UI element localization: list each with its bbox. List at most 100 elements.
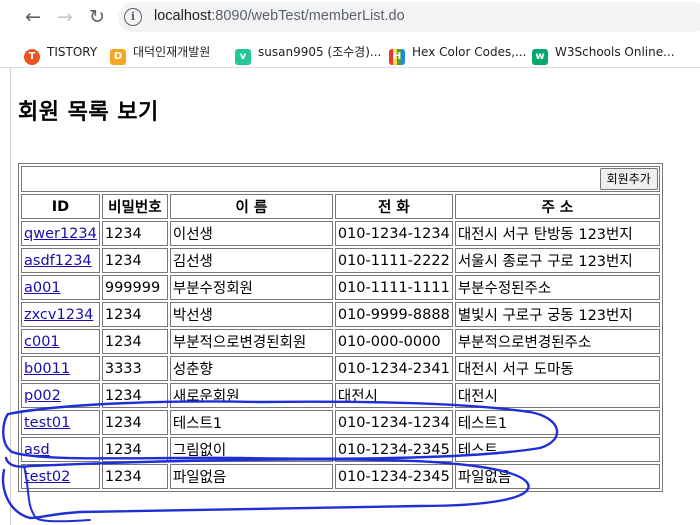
table-cell: 서울시 종로구 구로 123번지 (454, 248, 660, 273)
member-phone: 010-1234-2345 (337, 441, 450, 458)
table-cell: b0011 (21, 356, 100, 381)
member-password: 1234 (104, 414, 142, 431)
table-row: p002 1234 새로운회원 대전시 대전시 (21, 383, 660, 408)
table-cell: 부분수정된주소 (454, 275, 660, 300)
reload-icon[interactable]: ↻ (86, 6, 108, 28)
table-cell: 1234 (101, 329, 168, 354)
member-address: 부분수정된주소 (457, 281, 552, 297)
table-cell: 파일없음 (169, 464, 333, 489)
member-id-link[interactable]: asdf1234 (24, 253, 92, 269)
column-header-phone: 전 화 (334, 194, 453, 219)
bookmark-tistory[interactable]: T TISTORY (24, 43, 97, 65)
add-member-button[interactable]: 회원추가 (599, 168, 658, 190)
member-address: 부분적으로변경된주소 (457, 335, 592, 351)
member-phone: 010-1111-1111 (337, 279, 450, 296)
member-id-link[interactable]: qwer1234 (24, 226, 97, 242)
member-phone: 010-1111-2222 (337, 252, 450, 269)
w3schools-icon: w (532, 49, 548, 65)
table-cell: 1234 (101, 302, 168, 327)
table-cell: 대전시 서구 도마동 (454, 356, 660, 381)
member-phone: 010-9999-8888 (337, 306, 450, 323)
table-cell: a001 (21, 275, 100, 300)
member-name: 새로운회원 (172, 389, 240, 405)
member-id-link[interactable]: test02 (24, 469, 70, 485)
table-cell: 부분적으로변경된회원 (169, 329, 333, 354)
member-id-link[interactable]: c001 (24, 334, 60, 350)
table-cell: asdf1234 (21, 248, 100, 273)
table-row: test01 1234 테스트1 010-1234-1234 테스트1 (21, 410, 660, 435)
member-name: 파일없음 (172, 470, 227, 486)
table-cell: 김선생 (169, 248, 333, 273)
bookmark-w3schools[interactable]: w W3Schools Online... (532, 43, 675, 65)
member-id-link[interactable]: p002 (24, 388, 61, 404)
member-id-link[interactable]: asd (24, 442, 50, 458)
member-address: 테스트1 (457, 416, 508, 432)
table-cell: p002 (21, 383, 100, 408)
table-cell: test02 (21, 464, 100, 489)
table-cell: 이선생 (169, 221, 333, 246)
member-password: 999999 (104, 279, 161, 296)
table-cell: 그림없이 (169, 437, 333, 462)
member-address: 별빛시 구로구 궁동 123번지 (457, 308, 633, 324)
table-cell: 999999 (101, 275, 168, 300)
table-cell: qwer1234 (21, 221, 100, 246)
back-icon[interactable]: ← (22, 6, 44, 28)
table-cell: asd (21, 437, 100, 462)
table-cell: 010-9999-8888 (334, 302, 453, 327)
table-cell: 010-1234-2345 (334, 464, 453, 489)
table-cell: 박선생 (169, 302, 333, 327)
table-row: b0011 3333 성춘향 010-1234-2341 대전시 서구 도마동 (21, 356, 660, 381)
table-cell: 010-1111-2222 (334, 248, 453, 273)
forward-icon[interactable]: → (54, 6, 76, 28)
member-name: 테스트1 (172, 416, 223, 432)
member-id-link[interactable]: test01 (24, 415, 70, 431)
site-info-icon[interactable]: i (124, 8, 142, 26)
address-bar[interactable]: i localhost:8090/webTest/memberList.do (118, 2, 700, 32)
table-header-row: ID 비밀번호 이 름 전 화 주 소 (21, 194, 660, 219)
table-cell: 테스트1 (169, 410, 333, 435)
member-phone: 대전시 (337, 389, 378, 405)
table-cell: test01 (21, 410, 100, 435)
member-address: 대전시 서구 탄방동 123번지 (457, 227, 633, 243)
color-book-icon: H (389, 49, 405, 65)
member-phone: 010-000-0000 (337, 333, 441, 350)
member-password: 1234 (104, 387, 142, 404)
url-text[interactable]: localhost:8090/webTest/memberList.do (154, 8, 405, 24)
member-address: 서울시 종로구 구로 123번지 (457, 254, 633, 270)
table-cell: 010-1234-1234 (334, 221, 453, 246)
table-cell: c001 (21, 329, 100, 354)
member-password: 1234 (104, 225, 142, 242)
member-password: 3333 (104, 360, 142, 377)
table-cell: 새로운회원 (169, 383, 333, 408)
member-name: 부분적으로변경된회원 (172, 335, 307, 351)
table-toolbar-row: 회원추가 (21, 166, 660, 192)
table-cell: 1234 (101, 410, 168, 435)
table-row: qwer1234 1234 이선생 010-1234-1234 대전시 서구 탄방동 1… (21, 221, 660, 246)
table-cell: 부분적으로변경된주소 (454, 329, 660, 354)
member-id-link[interactable]: zxcv1234 (24, 307, 93, 323)
member-name: 성춘향 (172, 362, 213, 378)
table-cell: 테스트1 (454, 410, 660, 435)
bookmark-hex-colors[interactable]: H Hex Color Codes,... (389, 43, 527, 65)
table-cell: 010-000-0000 (334, 329, 453, 354)
member-address: 테스트 (457, 443, 498, 459)
member-phone: 010-1234-1234 (337, 225, 450, 242)
member-table: 회원추가 ID 비밀번호 이 름 전 화 주 소 qwer1234 1234 이선생… (18, 163, 663, 492)
member-id-link[interactable]: b0011 (24, 361, 70, 377)
member-name: 부분수정회원 (172, 281, 253, 297)
bookmark-daedeok[interactable]: D 대덕인재개발원 (110, 43, 210, 65)
member-id-link[interactable]: a001 (24, 280, 61, 296)
table-cell: 1234 (101, 221, 168, 246)
page-content: 회원 목록 보기 회원추가 ID 비밀번호 이 름 전 화 주 소 qwer12… (0, 68, 700, 525)
member-password: 1234 (104, 333, 142, 350)
table-cell: 파일없음 (454, 464, 660, 489)
bookmarks-bar: T TISTORY D 대덕인재개발원 v susan9905 (조수경)... HH… (0, 34, 700, 68)
table-cell: zxcv1234 (21, 302, 100, 327)
member-name: 이선생 (172, 227, 213, 243)
table-cell: 3333 (101, 356, 168, 381)
bookmark-velog[interactable]: v susan9905 (조수경)... (235, 43, 381, 65)
table-row: a001 999999 부분수정회원 010-1111-1111 부분수정된주소 (21, 275, 660, 300)
table-cell: 대전시 서구 탄방동 123번지 (454, 221, 660, 246)
table-cell: 010-1234-2345 (334, 437, 453, 462)
table-row: c001 1234 부분적으로변경된회원 010-000-0000 부분적으로변경된주소 (21, 329, 660, 354)
